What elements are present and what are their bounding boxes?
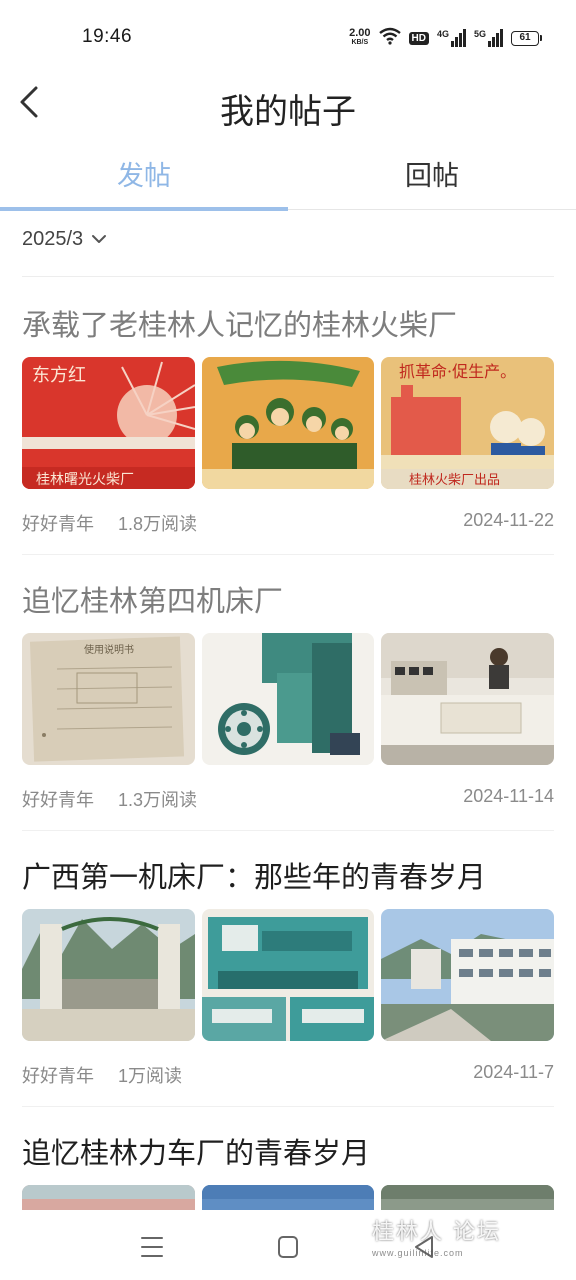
battery-level: 61 [511, 30, 539, 46]
signal-4g-icon: 4G [437, 29, 466, 47]
post-image[interactable] [201, 357, 375, 489]
status-indicators: 2.00 KB/S HD 4G 5G 61 [349, 26, 542, 50]
divider [22, 554, 554, 555]
post-image[interactable] [22, 1185, 195, 1210]
signal-4g-label: 4G [436, 29, 449, 39]
post-read-count: 1.3万阅读 [118, 790, 198, 810]
post-date: 2024-11-22 [463, 510, 554, 530]
status-bar: 19:46 2.00 KB/S HD 4G 5G 61 [0, 0, 576, 70]
divider [22, 1106, 554, 1107]
image-caption-bottom: 桂林曙光火柴厂 [36, 472, 134, 488]
post-image[interactable] [381, 909, 555, 1041]
post-thumbnails [22, 909, 555, 1041]
post-author: 好好青年 [22, 1066, 94, 1086]
post-image[interactable]: 东方红 桂林曙光火柴厂 [22, 357, 195, 489]
image-caption-top: 抓革命·促生产。 [399, 362, 516, 381]
watermark-sub: www.guilinlife.com [372, 1248, 464, 1258]
tab-bar: 发帖 回帖 [0, 140, 576, 211]
date-filter-dropdown[interactable]: 2025/3 [22, 222, 107, 256]
post-item[interactable]: 追忆桂林力车厂的青春岁月 [22, 1130, 554, 1210]
network-speed-value: 2.00 [349, 27, 371, 39]
post-author: 好好青年 [22, 514, 94, 534]
post-title[interactable]: 承载了老桂林人记忆的桂林火柴厂 [22, 302, 457, 344]
network-speed: 2.00 KB/S [349, 27, 371, 47]
home-button[interactable] [268, 1230, 308, 1264]
battery-icon: 61 [511, 30, 542, 46]
post-date: 2024-11-14 [463, 786, 554, 806]
image-caption-bottom: 桂林火柴厂出品 [409, 473, 500, 488]
image-caption-top: 使用说明书 [84, 643, 134, 656]
signal-5g-icon: 5G [474, 29, 503, 47]
post-image[interactable] [201, 909, 375, 1041]
chevron-down-icon [92, 235, 107, 243]
post-image[interactable]: 抓革命·促生产。 桂林火柴厂出品 [381, 357, 555, 489]
post-meta: 好好青年 1万阅读 2024-11-7 [22, 1062, 554, 1086]
post-title[interactable]: 追忆桂林力车厂的青春岁月 [22, 1130, 370, 1172]
post-image[interactable] [381, 1185, 554, 1210]
page-title: 我的帖子 [220, 93, 356, 131]
post-date: 2024-11-7 [473, 1062, 554, 1082]
wifi-icon [378, 27, 401, 50]
image-caption-top: 东方红 [32, 365, 86, 386]
post-thumbnails: 东方红 桂林曙光火柴厂 抓革命·促生产。 桂林火柴厂出品 [22, 357, 555, 489]
post-image[interactable] [201, 1185, 375, 1210]
post-image[interactable]: 使用说明书 [22, 633, 195, 765]
watermark-main: 桂林人 论坛 [372, 1220, 501, 1245]
post-image[interactable] [381, 633, 555, 765]
divider [22, 830, 554, 831]
post-title[interactable]: 追忆桂林第四机床厂 [22, 578, 283, 620]
menu-icon [141, 1237, 163, 1257]
post-meta: 好好青年 1.3万阅读 2024-11-14 [22, 786, 554, 810]
post-item[interactable]: 承载了老桂林人记忆的桂林火柴厂 东方红 桂林曙光火柴厂 抓革命·促生产。 桂林火… [22, 302, 555, 555]
tab-replies[interactable]: 回帖 [288, 140, 576, 209]
post-read-count: 1.8万阅读 [118, 514, 198, 534]
post-item[interactable]: 追忆桂林第四机床厂 使用说明书 好好青年 1.3万阅读 2024-11-14 [22, 578, 555, 831]
post-read-count: 1万阅读 [118, 1066, 183, 1086]
post-image[interactable] [22, 909, 195, 1041]
active-tab-indicator [0, 206, 288, 211]
date-filter-value: 2025/3 [22, 227, 84, 250]
signal-5g-label: 5G [473, 29, 486, 39]
divider [22, 276, 554, 277]
post-item[interactable]: 广西第一机床厂：那些年的青春岁月 好好青年 1万阅读 2024-11-7 [22, 854, 555, 1107]
app-header: 我的帖子 [0, 70, 576, 140]
post-thumbnails: 使用说明书 [22, 633, 555, 765]
status-time: 19:46 [82, 26, 133, 47]
post-author: 好好青年 [22, 790, 94, 810]
post-thumbnails [22, 1185, 554, 1210]
hd-badge: HD [408, 31, 429, 45]
post-meta: 好好青年 1.8万阅读 2024-11-22 [22, 510, 554, 534]
menu-button[interactable] [132, 1230, 172, 1264]
home-square-icon [278, 1236, 298, 1258]
tab-posts[interactable]: 发帖 [0, 140, 288, 209]
post-image[interactable] [201, 633, 375, 765]
post-title[interactable]: 广西第一机床厂：那些年的青春岁月 [22, 854, 486, 896]
watermark: 桂林人 论坛 www.guilinlife.com [372, 1214, 552, 1264]
network-speed-unit: KB/S [351, 39, 369, 46]
